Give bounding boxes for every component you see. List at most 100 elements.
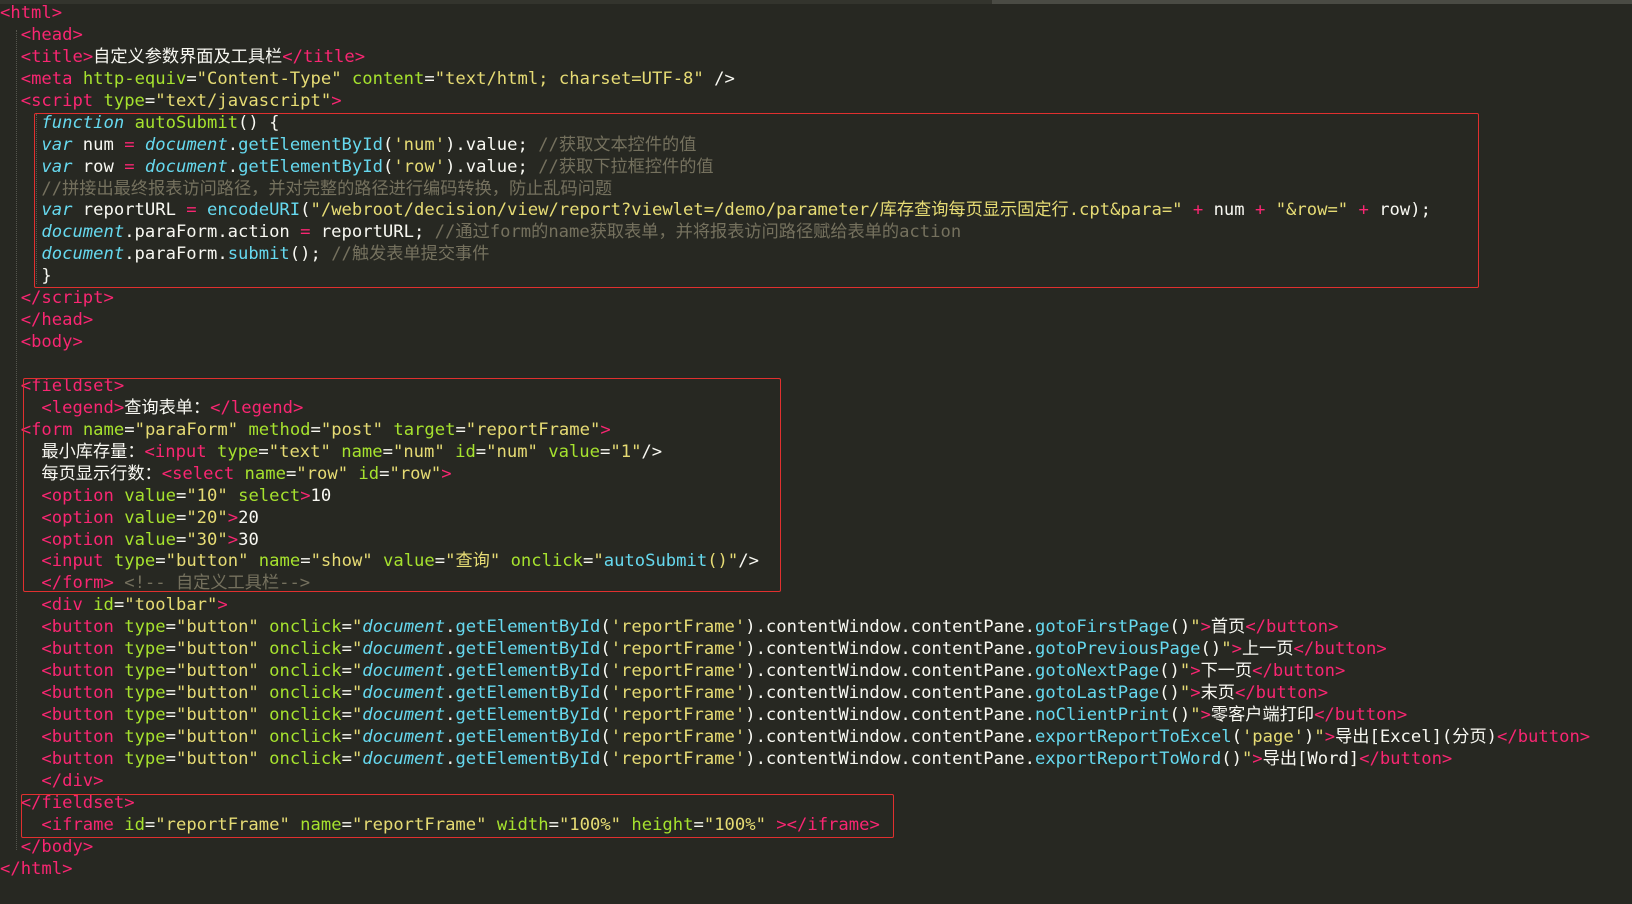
code-token: <: [20, 46, 32, 67]
code-line[interactable]: </body>: [0, 837, 1632, 859]
code-token: html: [20, 858, 63, 879]
code-token: button: [1517, 726, 1580, 747]
code-line[interactable]: </head>: [0, 310, 1632, 332]
code-token: </: [1314, 705, 1335, 725]
code-token: =: [186, 68, 197, 89]
code-token: >: [1252, 748, 1263, 769]
code-token: .: [445, 705, 456, 725]
code-token: <: [20, 90, 32, 111]
code-token: ).contentWindow.contentPane.: [745, 617, 1035, 638]
code-token: >: [1190, 683, 1201, 704]
code-token: >: [72, 24, 83, 45]
code-token: </: [282, 46, 303, 67]
code-token: .: [445, 748, 456, 769]
code-token: id: [93, 595, 114, 616]
code-line[interactable]: </script>: [0, 288, 1632, 310]
code-token: "text/html; charset=UTF-8": [434, 68, 704, 89]
code-token: ": [1190, 617, 1201, 638]
code-token: ": [351, 705, 363, 725]
code-line[interactable]: <body>: [0, 332, 1632, 354]
code-token: ": [1241, 748, 1253, 769]
code-token: button: [51, 748, 114, 769]
code-token: getElementById: [455, 748, 601, 769]
code-token: html: [10, 3, 52, 23]
code-token: document: [362, 683, 446, 704]
code-token: ": [351, 661, 363, 682]
code-token: <: [0, 3, 11, 23]
code-line[interactable]: <button type="button" onclick="document.…: [0, 683, 1632, 705]
code-line[interactable]: <div id="toolbar">: [0, 595, 1632, 617]
code-token: div: [62, 770, 94, 791]
code-token: onclick: [269, 617, 342, 638]
code-token: button: [1314, 639, 1377, 660]
code-token: >: [1334, 661, 1346, 682]
code-token: .: [445, 726, 456, 747]
code-line[interactable]: <meta http-equiv="Content-Type" content=…: [0, 69, 1632, 91]
editor-window: { "editor": { "colors": { "background": …: [0, 0, 1632, 904]
code-token: >: [103, 288, 114, 309]
code-token: button: [1255, 683, 1318, 704]
code-token: button: [1334, 705, 1397, 725]
code-token: document: [362, 661, 446, 682]
code-token: >: [82, 836, 94, 857]
code-token: =: [341, 705, 352, 725]
code-token: 'reportFrame': [610, 639, 746, 660]
code-token: onclick: [269, 748, 342, 769]
code-token: gotoNextPage: [1034, 661, 1160, 682]
code-token: ": [351, 726, 363, 747]
code-line[interactable]: <html>: [0, 3, 1632, 25]
code-token: content: [351, 68, 425, 89]
code-token: =: [341, 661, 352, 682]
code-token: 自定义参数界面及工具栏: [93, 46, 283, 67]
code-token: head: [41, 310, 83, 331]
code-token: ": [351, 617, 363, 638]
code-line[interactable]: <button type="button" onclick="document.…: [0, 639, 1632, 661]
code-line[interactable]: </div>: [0, 771, 1632, 793]
code-line[interactable]: </html>: [0, 859, 1632, 881]
code-token: ": [351, 683, 363, 704]
code-line[interactable]: <head>: [0, 25, 1632, 47]
code-token: ).contentWindow.contentPane.: [745, 705, 1035, 725]
code-token: (): [1221, 748, 1242, 769]
code-token: >: [72, 332, 83, 353]
code-line[interactable]: <script type="text/javascript">: [0, 91, 1632, 113]
code-token: <: [41, 617, 52, 638]
code-token: document: [362, 748, 446, 769]
code-token: ": [1314, 726, 1325, 747]
code-token: 'reportFrame': [610, 748, 746, 769]
code-line[interactable]: <button type="button" onclick="document.…: [0, 749, 1632, 771]
code-token: onclick: [269, 726, 342, 747]
code-token: >: [1396, 705, 1408, 725]
code-line[interactable]: <button type="button" onclick="document.…: [0, 661, 1632, 683]
code-token: "button": [175, 661, 259, 682]
code-token: ": [1221, 639, 1232, 660]
code-line[interactable]: <button type="button" onclick="document.…: [0, 727, 1632, 749]
code-line[interactable]: <button type="button" onclick="document.…: [0, 617, 1632, 639]
code-token: >: [331, 90, 342, 111]
code-line[interactable]: <button type="button" onclick="document.…: [0, 705, 1632, 727]
code-token: </: [1234, 683, 1256, 704]
code-token: noClientPrint: [1034, 705, 1170, 725]
code-token: >: [1324, 726, 1336, 747]
code-line[interactable]: [0, 354, 1632, 376]
code-token: button: [51, 639, 114, 660]
code-token: 'reportFrame': [610, 705, 746, 725]
code-token: title: [31, 46, 83, 67]
code-token: >: [1190, 661, 1201, 682]
code-token: =: [341, 639, 352, 660]
code-line[interactable]: <title>自定义参数界面及工具栏</title>: [0, 47, 1632, 69]
code-token: 'reportFrame': [610, 683, 746, 704]
